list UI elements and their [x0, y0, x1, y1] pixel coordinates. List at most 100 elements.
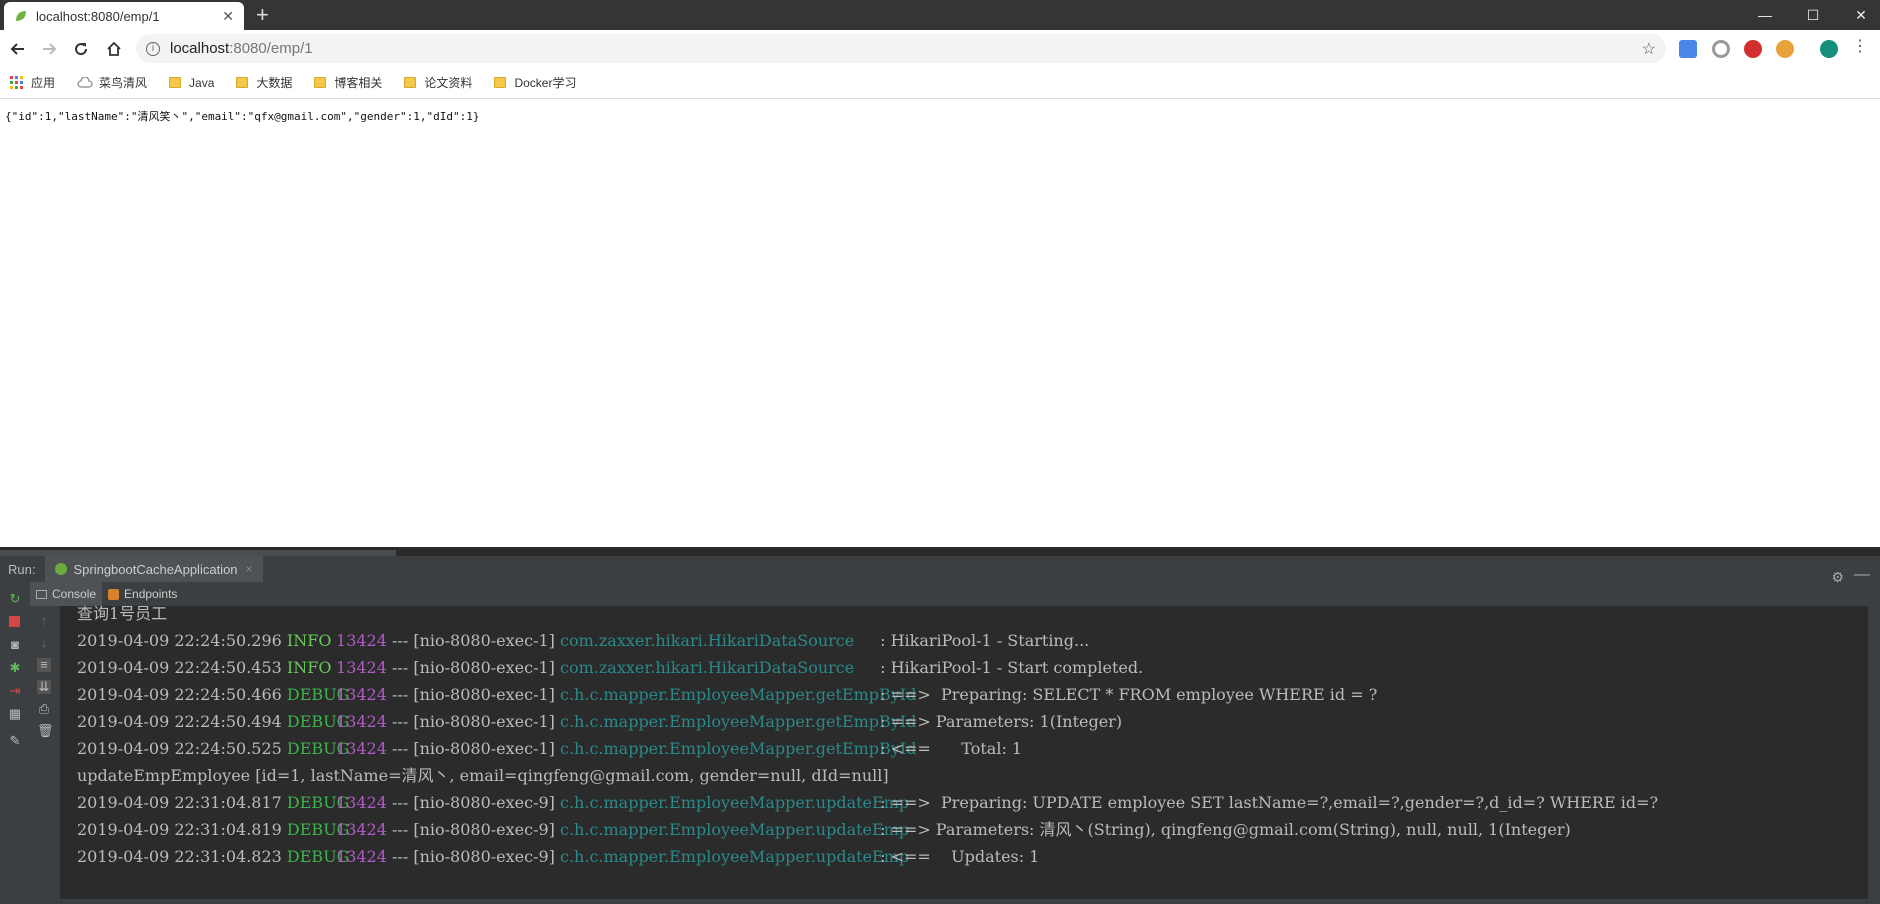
bookmark-folder-blog[interactable]: 博客相关 — [314, 74, 382, 91]
console-plain-text: 查询1号员工 — [77, 606, 168, 623]
folder-icon — [404, 77, 417, 88]
url-host: localhost — [170, 40, 230, 57]
debug-bug-icon[interactable]: ✱ — [8, 661, 22, 675]
bookmark-label: Docker学习 — [514, 76, 577, 90]
ide-editor-strip — [0, 547, 1880, 556]
info-icon[interactable]: i — [146, 41, 160, 56]
new-tab-button[interactable]: + — [256, 3, 269, 27]
arrow-left-icon — [10, 43, 24, 55]
log-level: DEBUG — [286, 739, 350, 758]
minimize-button[interactable]: — — [1742, 0, 1788, 30]
bookmark-star-icon[interactable]: ☆ — [1642, 39, 1656, 59]
bookmark-folder-papers[interactable]: 论文资料 — [404, 74, 472, 91]
log-timestamp: 2019-04-09 22:31:04.817 — [77, 793, 282, 812]
adblock-extension-icon[interactable] — [1744, 40, 1762, 58]
menu-kebab-icon[interactable]: ⋮ — [1852, 39, 1868, 57]
console-scrollbar[interactable] — [1868, 606, 1880, 899]
tab-endpoints[interactable]: Endpoints — [102, 582, 183, 606]
log-thread: --- [nio-8080-exec-1] — [392, 739, 555, 758]
camera-icon[interactable]: ◙ — [8, 638, 22, 652]
forward-button[interactable] — [38, 38, 60, 60]
log-timestamp: 2019-04-09 22:24:50.494 — [77, 712, 282, 731]
bookmark-label: 论文资料 — [424, 76, 473, 90]
scroll-up-icon[interactable]: ↑ — [37, 614, 51, 628]
circle-extension-icon[interactable] — [1712, 40, 1730, 58]
tab-close-icon[interactable]: ✕ — [222, 8, 234, 25]
cloud-icon — [77, 76, 93, 88]
spring-leaf-icon — [16, 11, 26, 21]
bookmark-label: 菜鸟清风 — [99, 76, 148, 90]
bookmark-folder-bigdata[interactable]: 大数据 — [236, 74, 292, 91]
scroll-down-icon[interactable]: ↓ — [37, 636, 51, 650]
run-config-name: SpringbootCacheApplication — [73, 561, 238, 577]
bookmark-cainiao[interactable]: 菜鸟清风 — [77, 74, 147, 91]
layout-icon[interactable]: ▦ — [8, 707, 22, 721]
log-logger: c.h.c.mapper.EmployeeMapper.updateEmp — [560, 847, 910, 866]
bookmark-label: 应用 — [31, 76, 56, 90]
console-line: 2019-04-09 22:24:50.466 DEBUG 13424 --- … — [77, 681, 1658, 708]
spring-boot-icon — [55, 563, 68, 575]
run-toolbar: Run: SpringbootCacheApplication × ⚙ — — [0, 556, 1880, 585]
log-level: INFO — [286, 631, 332, 650]
console-line: 2019-04-09 22:24:50.296 INFO 13424 --- [… — [77, 627, 1658, 654]
bookmark-folder-docker[interactable]: Docker学习 — [494, 74, 576, 91]
log-message: : ==> Preparing: UPDATE employee SET las… — [880, 793, 1659, 812]
console-hscrollbar[interactable] — [60, 899, 1878, 904]
console-output[interactable]: 查询1号员工 2019-04-09 22:24:50.296 INFO 13424… — [60, 606, 1878, 899]
json-response: {"id":1,"lastName":"清风笑丶","email":"qfx@g… — [5, 110, 480, 123]
log-pid: 13424 — [336, 793, 387, 812]
bookmark-folder-java[interactable]: Java — [169, 76, 214, 90]
tab-console[interactable]: Console — [30, 582, 103, 606]
log-thread: --- [nio-8080-exec-9] — [392, 847, 555, 866]
gear-icon[interactable]: ⚙ — [1831, 569, 1844, 586]
log-thread: --- [nio-8080-exec-1] — [392, 658, 555, 677]
profile-avatar-icon[interactable] — [1820, 40, 1838, 58]
hide-panel-icon[interactable]: — — [1854, 566, 1870, 584]
log-message: : ==> Parameters: 清风丶(String), qingfeng@… — [880, 820, 1571, 839]
stop-icon[interactable] — [8, 615, 22, 629]
log-thread: --- [nio-8080-exec-9] — [392, 793, 555, 812]
page-content: {"id":1,"lastName":"清风笑丶","email":"qfx@g… — [0, 100, 1880, 547]
address-bar[interactable]: i localhost:8080/emp/1 ☆ — [136, 34, 1666, 63]
url-path: :8080/emp/1 — [229, 40, 313, 57]
reload-button[interactable] — [70, 38, 92, 60]
console-subtabs: Console Endpoints — [30, 582, 183, 606]
home-icon — [107, 41, 121, 56]
maximize-button[interactable]: ☐ — [1790, 0, 1836, 30]
rerun-icon[interactable]: ↻ — [8, 592, 22, 606]
pin-icon[interactable]: ✎ — [8, 734, 22, 748]
back-button[interactable] — [7, 38, 29, 60]
folder-icon — [494, 77, 507, 88]
weibo-extension-icon[interactable] — [1776, 40, 1794, 58]
close-window-button[interactable]: ✕ — [1838, 0, 1880, 30]
console-actions-gutter: ↑ ↓ ≡ ⇊ ⎙ 🗑 — [28, 606, 60, 904]
log-pid: 13424 — [336, 631, 387, 650]
log-logger: c.h.c.mapper.EmployeeMapper.getEmpById — [560, 685, 917, 704]
tab-title: localhost:8080/emp/1 — [36, 8, 160, 24]
exit-icon[interactable]: ⇥ — [8, 684, 22, 698]
log-message: : HikariPool-1 - Start completed. — [880, 658, 1144, 677]
run-tab-close-icon[interactable]: × — [246, 562, 253, 576]
log-logger: com.zaxxer.hikari.HikariDataSource — [560, 658, 855, 677]
log-message: : <== Updates: 1 — [880, 847, 1040, 866]
browser-tab[interactable]: localhost:8080/emp/1 ✕ — [4, 2, 244, 30]
trash-icon[interactable]: 🗑 — [37, 724, 54, 738]
home-button[interactable] — [103, 38, 125, 60]
log-level: DEBUG — [286, 685, 350, 704]
log-logger: c.h.c.mapper.EmployeeMapper.updateEmp — [560, 820, 910, 839]
print-icon[interactable]: ⎙ — [37, 702, 51, 716]
run-config-tab[interactable]: SpringbootCacheApplication × — [45, 556, 263, 582]
browser-toolbar: i localhost:8080/emp/1 ☆ ⋮ — [0, 30, 1880, 67]
soft-wrap-icon[interactable]: ≡ — [37, 658, 51, 672]
folder-icon — [169, 77, 182, 88]
browser-titlebar: localhost:8080/emp/1 ✕ + — ☐ ✕ — [0, 0, 1880, 30]
scroll-to-end-icon[interactable]: ⇊ — [37, 680, 51, 694]
console-line: 2019-04-09 22:31:04.819 DEBUG 13424 --- … — [77, 816, 1658, 843]
translate-extension-icon[interactable] — [1679, 40, 1697, 58]
bookmark-apps[interactable]: 应用 — [10, 74, 55, 91]
ide-run-panel: Run: SpringbootCacheApplication × ⚙ — Co… — [0, 547, 1880, 904]
tab-console-label: Console — [52, 587, 97, 601]
bookmark-label: Java — [189, 75, 215, 90]
console-line: updateEmpEmployee [id=1, lastName=清风丶, e… — [77, 762, 1658, 789]
console-lines: 查询1号员工 2019-04-09 22:24:50.296 INFO 13424… — [77, 606, 1658, 870]
